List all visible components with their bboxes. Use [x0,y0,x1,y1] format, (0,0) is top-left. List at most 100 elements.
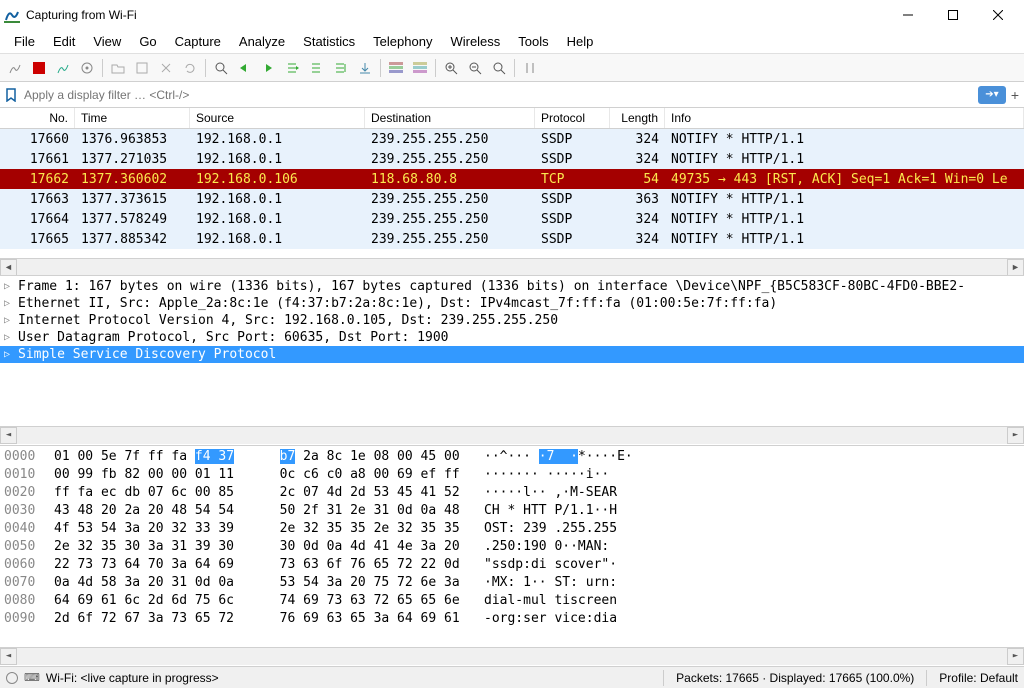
toolbar-separator [102,59,103,77]
menu-edit[interactable]: Edit [45,32,83,51]
col-header-info[interactable]: Info [665,108,1024,128]
find-packet-icon[interactable] [210,57,232,79]
save-file-icon[interactable] [131,57,153,79]
scroll-right-icon[interactable]: ► [1007,259,1024,276]
packet-bytes-pane[interactable]: 000001 00 5e 7f ff fa f4 37 b7 2a 8c 1e … [0,446,1024,666]
hex-row[interactable]: 00502e 32 35 30 3a 31 39 30 30 0d 0a 4d … [0,538,1024,556]
goto-packet-icon[interactable] [282,57,304,79]
zoom-in-icon[interactable] [440,57,462,79]
details-tree-row[interactable]: ▷Frame 1: 167 bytes on wire (1336 bits),… [0,278,1024,295]
packet-list-pane: No. Time Source Destination Protocol Len… [0,108,1024,276]
filter-add-button[interactable]: + [1008,87,1022,103]
hex-row[interactable]: 00700a 4d 58 3a 20 31 0d 0a 53 54 3a 20 … [0,574,1024,592]
expand-icon[interactable]: ▷ [4,332,18,343]
details-hscroll[interactable]: ◄ ► [0,426,1024,443]
expert-info-icon[interactable] [6,672,18,684]
hex-row[interactable]: 001000 99 fb 82 00 00 01 11 0c c6 c0 a8 … [0,466,1024,484]
packet-row[interactable]: 176641377.578249192.168.0.1239.255.255.2… [0,209,1024,229]
stop-capture-icon[interactable] [28,57,50,79]
menu-view[interactable]: View [85,32,129,51]
expand-icon[interactable]: ▷ [4,315,18,326]
hex-row[interactable]: 008064 69 61 6c 2d 6d 75 6c 74 69 73 63 … [0,592,1024,610]
start-capture-icon[interactable] [4,57,26,79]
col-header-no[interactable]: No. [0,108,75,128]
capture-options-icon[interactable] [76,57,98,79]
expand-icon[interactable]: ▷ [4,298,18,309]
hex-row[interactable]: 000001 00 5e 7f ff fa f4 37 b7 2a 8c 1e … [0,448,1024,466]
details-tree-row[interactable]: ▷Ethernet II, Src: Apple_2a:8c:1e (f4:37… [0,295,1024,312]
display-filter-input[interactable] [20,86,976,104]
scroll-left-icon[interactable]: ◄ [0,259,17,276]
resize-columns-icon[interactable] [519,57,541,79]
zoom-out-icon[interactable] [464,57,486,79]
packet-row[interactable]: 176611377.271035192.168.0.1239.255.255.2… [0,149,1024,169]
scroll-left-icon[interactable]: ◄ [0,427,17,444]
bytes-hscroll[interactable]: ◄ ► [0,647,1024,664]
expand-icon[interactable]: ▷ [4,281,18,292]
col-header-length[interactable]: Length [610,108,665,128]
menu-statistics[interactable]: Statistics [295,32,363,51]
details-tree-row[interactable]: ▷User Datagram Protocol, Src Port: 60635… [0,329,1024,346]
maximize-button[interactable] [930,0,975,30]
status-bar: ⌨ Wi-Fi: <live capture in progress> Pack… [0,666,1024,688]
keyboard-icon[interactable]: ⌨ [24,671,40,684]
packet-row[interactable]: 176601376.963853192.168.0.1239.255.255.2… [0,129,1024,149]
hex-row[interactable]: 006022 73 73 64 70 3a 64 69 73 63 6f 76 … [0,556,1024,574]
hex-row[interactable]: 00902d 6f 72 67 3a 73 65 72 76 69 63 65 … [0,610,1024,628]
menu-analyze[interactable]: Analyze [231,32,293,51]
scroll-track[interactable] [17,427,1007,444]
scroll-track[interactable] [17,648,1007,665]
packet-row[interactable]: 176631377.373615192.168.0.1239.255.255.2… [0,189,1024,209]
menu-tools[interactable]: Tools [510,32,556,51]
toolbar-separator [380,59,381,77]
close-button[interactable] [975,0,1020,30]
colorize-icon[interactable] [385,57,407,79]
open-file-icon[interactable] [107,57,129,79]
filter-bookmark-icon[interactable] [2,86,20,104]
packet-list-body[interactable]: 176601376.963853192.168.0.1239.255.255.2… [0,129,1024,258]
packet-details-pane[interactable]: ▷Frame 1: 167 bytes on wire (1336 bits),… [0,276,1024,446]
main-toolbar [0,54,1024,82]
col-header-destination[interactable]: Destination [365,108,535,128]
hex-row[interactable]: 00404f 53 54 3a 20 32 33 39 2e 32 35 35 … [0,520,1024,538]
scroll-track[interactable] [17,259,1007,276]
goto-last-icon[interactable] [330,57,352,79]
toolbar-separator [514,59,515,77]
reload-icon[interactable] [179,57,201,79]
col-header-time[interactable]: Time [75,108,190,128]
menu-wireless[interactable]: Wireless [442,32,508,51]
details-tree-row[interactable]: ▷Simple Service Discovery Protocol [0,346,1024,363]
go-back-icon[interactable] [234,57,256,79]
menu-capture[interactable]: Capture [167,32,229,51]
display-filter-bar: ➔▾ + [0,82,1024,108]
col-header-protocol[interactable]: Protocol [535,108,610,128]
zoom-reset-icon[interactable] [488,57,510,79]
scroll-right-icon[interactable]: ► [1007,648,1024,665]
menu-go[interactable]: Go [131,32,164,51]
col-header-source[interactable]: Source [190,108,365,128]
goto-first-icon[interactable] [306,57,328,79]
filter-apply-button[interactable]: ➔▾ [978,86,1006,104]
hex-row[interactable]: 003043 48 20 2a 20 48 54 54 50 2f 31 2e … [0,502,1024,520]
packet-list-hscroll[interactable]: ◄ ► [0,258,1024,275]
toolbar-separator [205,59,206,77]
status-capture-text: Wi-Fi: <live capture in progress> [46,671,219,685]
packet-row[interactable]: 176651377.885342192.168.0.1239.255.255.2… [0,229,1024,249]
go-forward-icon[interactable] [258,57,280,79]
minimize-button[interactable] [885,0,930,30]
details-tree-row[interactable]: ▷Internet Protocol Version 4, Src: 192.1… [0,312,1024,329]
title-bar: Capturing from Wi-Fi [0,0,1024,30]
restart-capture-icon[interactable] [52,57,74,79]
menu-help[interactable]: Help [559,32,602,51]
scroll-right-icon[interactable]: ► [1007,427,1024,444]
menu-file[interactable]: File [6,32,43,51]
auto-scroll-icon[interactable] [354,57,376,79]
expand-icon[interactable]: ▷ [4,349,18,360]
close-file-icon[interactable] [155,57,177,79]
scroll-left-icon[interactable]: ◄ [0,648,17,665]
packet-row[interactable]: 176621377.360602192.168.0.106118.68.80.8… [0,169,1024,189]
status-profile-text[interactable]: Profile: Default [939,671,1018,685]
hex-row[interactable]: 0020ff fa ec db 07 6c 00 85 2c 07 4d 2d … [0,484,1024,502]
colorize2-icon[interactable] [409,57,431,79]
menu-telephony[interactable]: Telephony [365,32,440,51]
